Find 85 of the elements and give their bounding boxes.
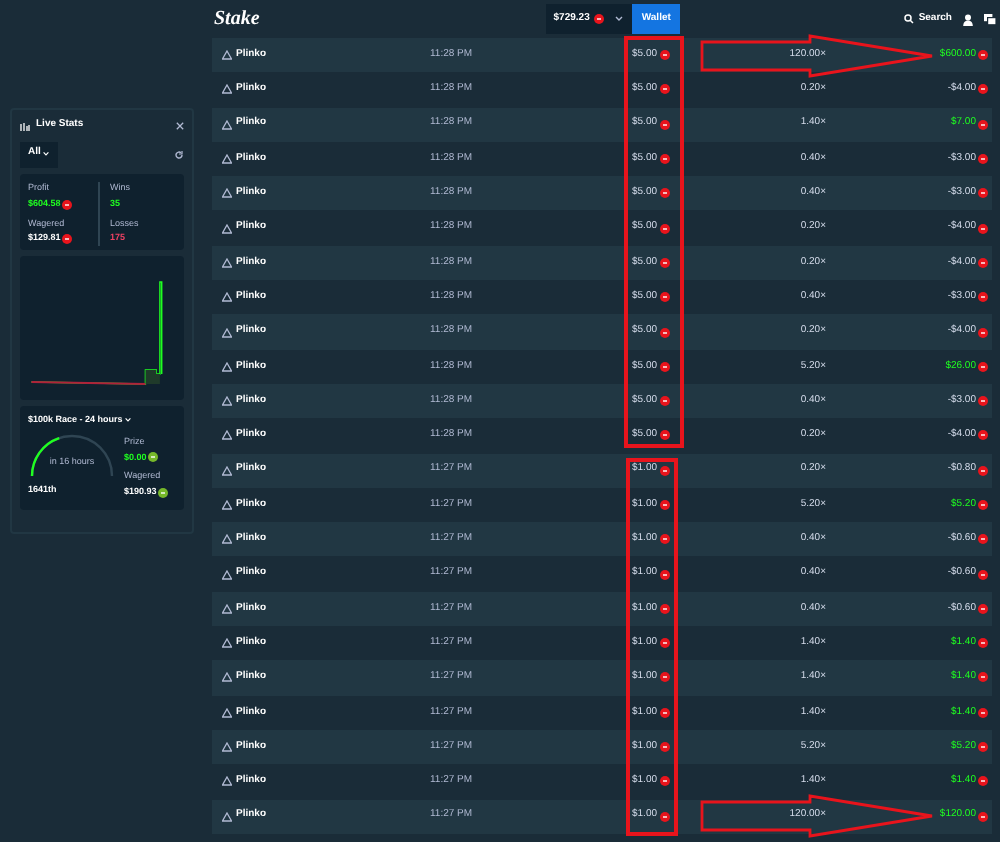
coin-icon — [978, 465, 988, 476]
coin-icon — [978, 223, 988, 234]
refresh-icon[interactable] — [174, 149, 184, 159]
coin-icon — [659, 465, 670, 476]
coin-icon — [659, 638, 670, 649]
triangle-icon — [222, 672, 232, 683]
triangle-icon — [222, 569, 232, 580]
coin-icon — [978, 84, 988, 95]
triangle-icon — [222, 707, 232, 718]
user-icon[interactable] — [962, 13, 974, 25]
close-icon[interactable] — [176, 122, 184, 130]
coin-icon — [659, 500, 670, 510]
coin-icon — [978, 361, 988, 372]
coin-icon — [978, 742, 988, 753]
triangle-icon — [222, 811, 232, 822]
coin-icon — [978, 257, 988, 268]
coin-icon — [978, 603, 988, 614]
coin-icon — [659, 257, 670, 268]
coin-icon — [62, 234, 73, 245]
coin-icon — [659, 396, 670, 407]
coin-icon — [659, 534, 670, 545]
coin-icon — [659, 119, 670, 130]
coin-icon — [659, 292, 670, 303]
coin-icon — [659, 776, 670, 787]
logo[interactable]: Stake — [214, 4, 260, 34]
coin-icon — [978, 119, 988, 130]
triangle-icon — [222, 223, 232, 234]
triangle-icon — [222, 603, 232, 614]
chevron-down-icon — [124, 416, 133, 425]
search-icon — [904, 14, 915, 24]
coin-icon — [148, 452, 159, 463]
coin-icon — [978, 534, 988, 545]
coin-icon — [659, 188, 670, 199]
coin-icon — [659, 84, 670, 95]
triangle-icon — [222, 119, 232, 130]
triangle-icon — [222, 188, 232, 199]
coin-icon — [978, 327, 988, 338]
triangle-icon — [222, 396, 232, 407]
triangle-icon — [222, 430, 232, 441]
triangle-icon — [222, 534, 232, 545]
coin-icon — [978, 188, 988, 199]
coin-icon — [978, 811, 988, 822]
coin-icon — [158, 487, 169, 498]
chevron-down-icon — [42, 150, 51, 158]
coin-icon — [659, 327, 670, 338]
coin-icon — [659, 569, 670, 580]
coin-icon — [978, 500, 988, 510]
coin-icon — [978, 707, 988, 718]
stats-icon — [20, 121, 30, 131]
triangle-icon — [222, 742, 232, 753]
triangle-icon — [222, 50, 232, 61]
chevron-down-icon — [613, 14, 624, 24]
triangle-icon — [222, 154, 232, 165]
coin-icon — [593, 14, 604, 24]
coin-icon — [659, 154, 670, 165]
triangle-icon — [222, 465, 232, 476]
triangle-icon — [222, 776, 232, 787]
race-progress-gauge — [28, 431, 116, 476]
triangle-icon — [222, 500, 232, 510]
coin-icon — [62, 199, 73, 210]
triangle-icon — [222, 327, 232, 338]
triangle-icon — [222, 257, 232, 268]
coin-icon — [978, 430, 988, 441]
triangle-icon — [222, 638, 232, 649]
coin-icon — [978, 569, 988, 580]
coin-icon — [978, 50, 988, 61]
coin-icon — [978, 396, 988, 407]
coin-icon — [659, 361, 670, 372]
chat-icon[interactable] — [984, 13, 996, 25]
coin-icon — [978, 776, 988, 787]
coin-icon — [659, 742, 670, 753]
coin-icon — [659, 430, 670, 441]
coin-icon — [659, 811, 670, 822]
coin-icon — [659, 707, 670, 718]
coin-icon — [659, 50, 670, 61]
coin-icon — [659, 672, 670, 683]
coin-icon — [978, 638, 988, 649]
coin-icon — [978, 672, 988, 683]
coin-icon — [978, 292, 988, 303]
coin-icon — [659, 223, 670, 234]
triangle-icon — [222, 84, 232, 95]
coin-icon — [659, 603, 670, 614]
coin-icon — [978, 154, 988, 165]
triangle-icon — [222, 361, 232, 372]
triangle-icon — [222, 292, 232, 303]
